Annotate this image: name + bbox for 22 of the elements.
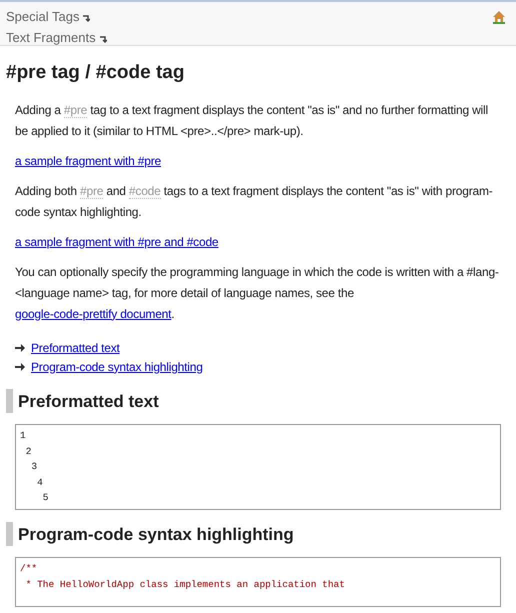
section-heading: Preformatted text [18, 390, 159, 412]
heading-bar [6, 389, 13, 414]
paragraph: Adding a #pre tag to a text fragment displays the content "as is" and no further formatting will be applied to it (similar to HTML <pre>..</pre> mark-up). [15, 102, 489, 140]
heading-bar [6, 522, 13, 546]
sample-link[interactable]: a sample fragment with #pre [15, 154, 162, 168]
preformatted-block: 1 2 3 4 5 [15, 424, 501, 510]
return-arrow-icon [98, 36, 107, 44]
toc-link[interactable]: Preformatted text [31, 338, 120, 358]
breadcrumb-link[interactable]: Special Tags [6, 6, 107, 27]
paragraph: You can optionally specify the programming language in which the code is written with a #lang-<language name> tag, for more detail of language names, see the google-code-prettify document. [15, 264, 500, 322]
return-arrow-icon [82, 14, 90, 22]
toc-link[interactable]: Program-code syntax highlighting [31, 358, 203, 376]
document-link[interactable]: google-code-prettify document [15, 306, 172, 320]
arrow-icon [15, 363, 25, 371]
arrow-icon [15, 344, 25, 352]
page-title: #pre tag / #code tag [5, 61, 186, 85]
code-block: /** * The HelloWorldApp class implements an application that [15, 557, 501, 607]
sample-link[interactable]: a sample fragment with #pre and #code [15, 234, 218, 248]
section-heading: Program-code syntax highlighting [18, 524, 294, 546]
paragraph: Adding both #pre and #code tags to a text fragment displays the content "as is" with program-code syntax highlighting. [15, 182, 494, 220]
home-icon[interactable] [492, 10, 506, 24]
breadcrumb-link[interactable]: Text Fragments [6, 27, 107, 48]
